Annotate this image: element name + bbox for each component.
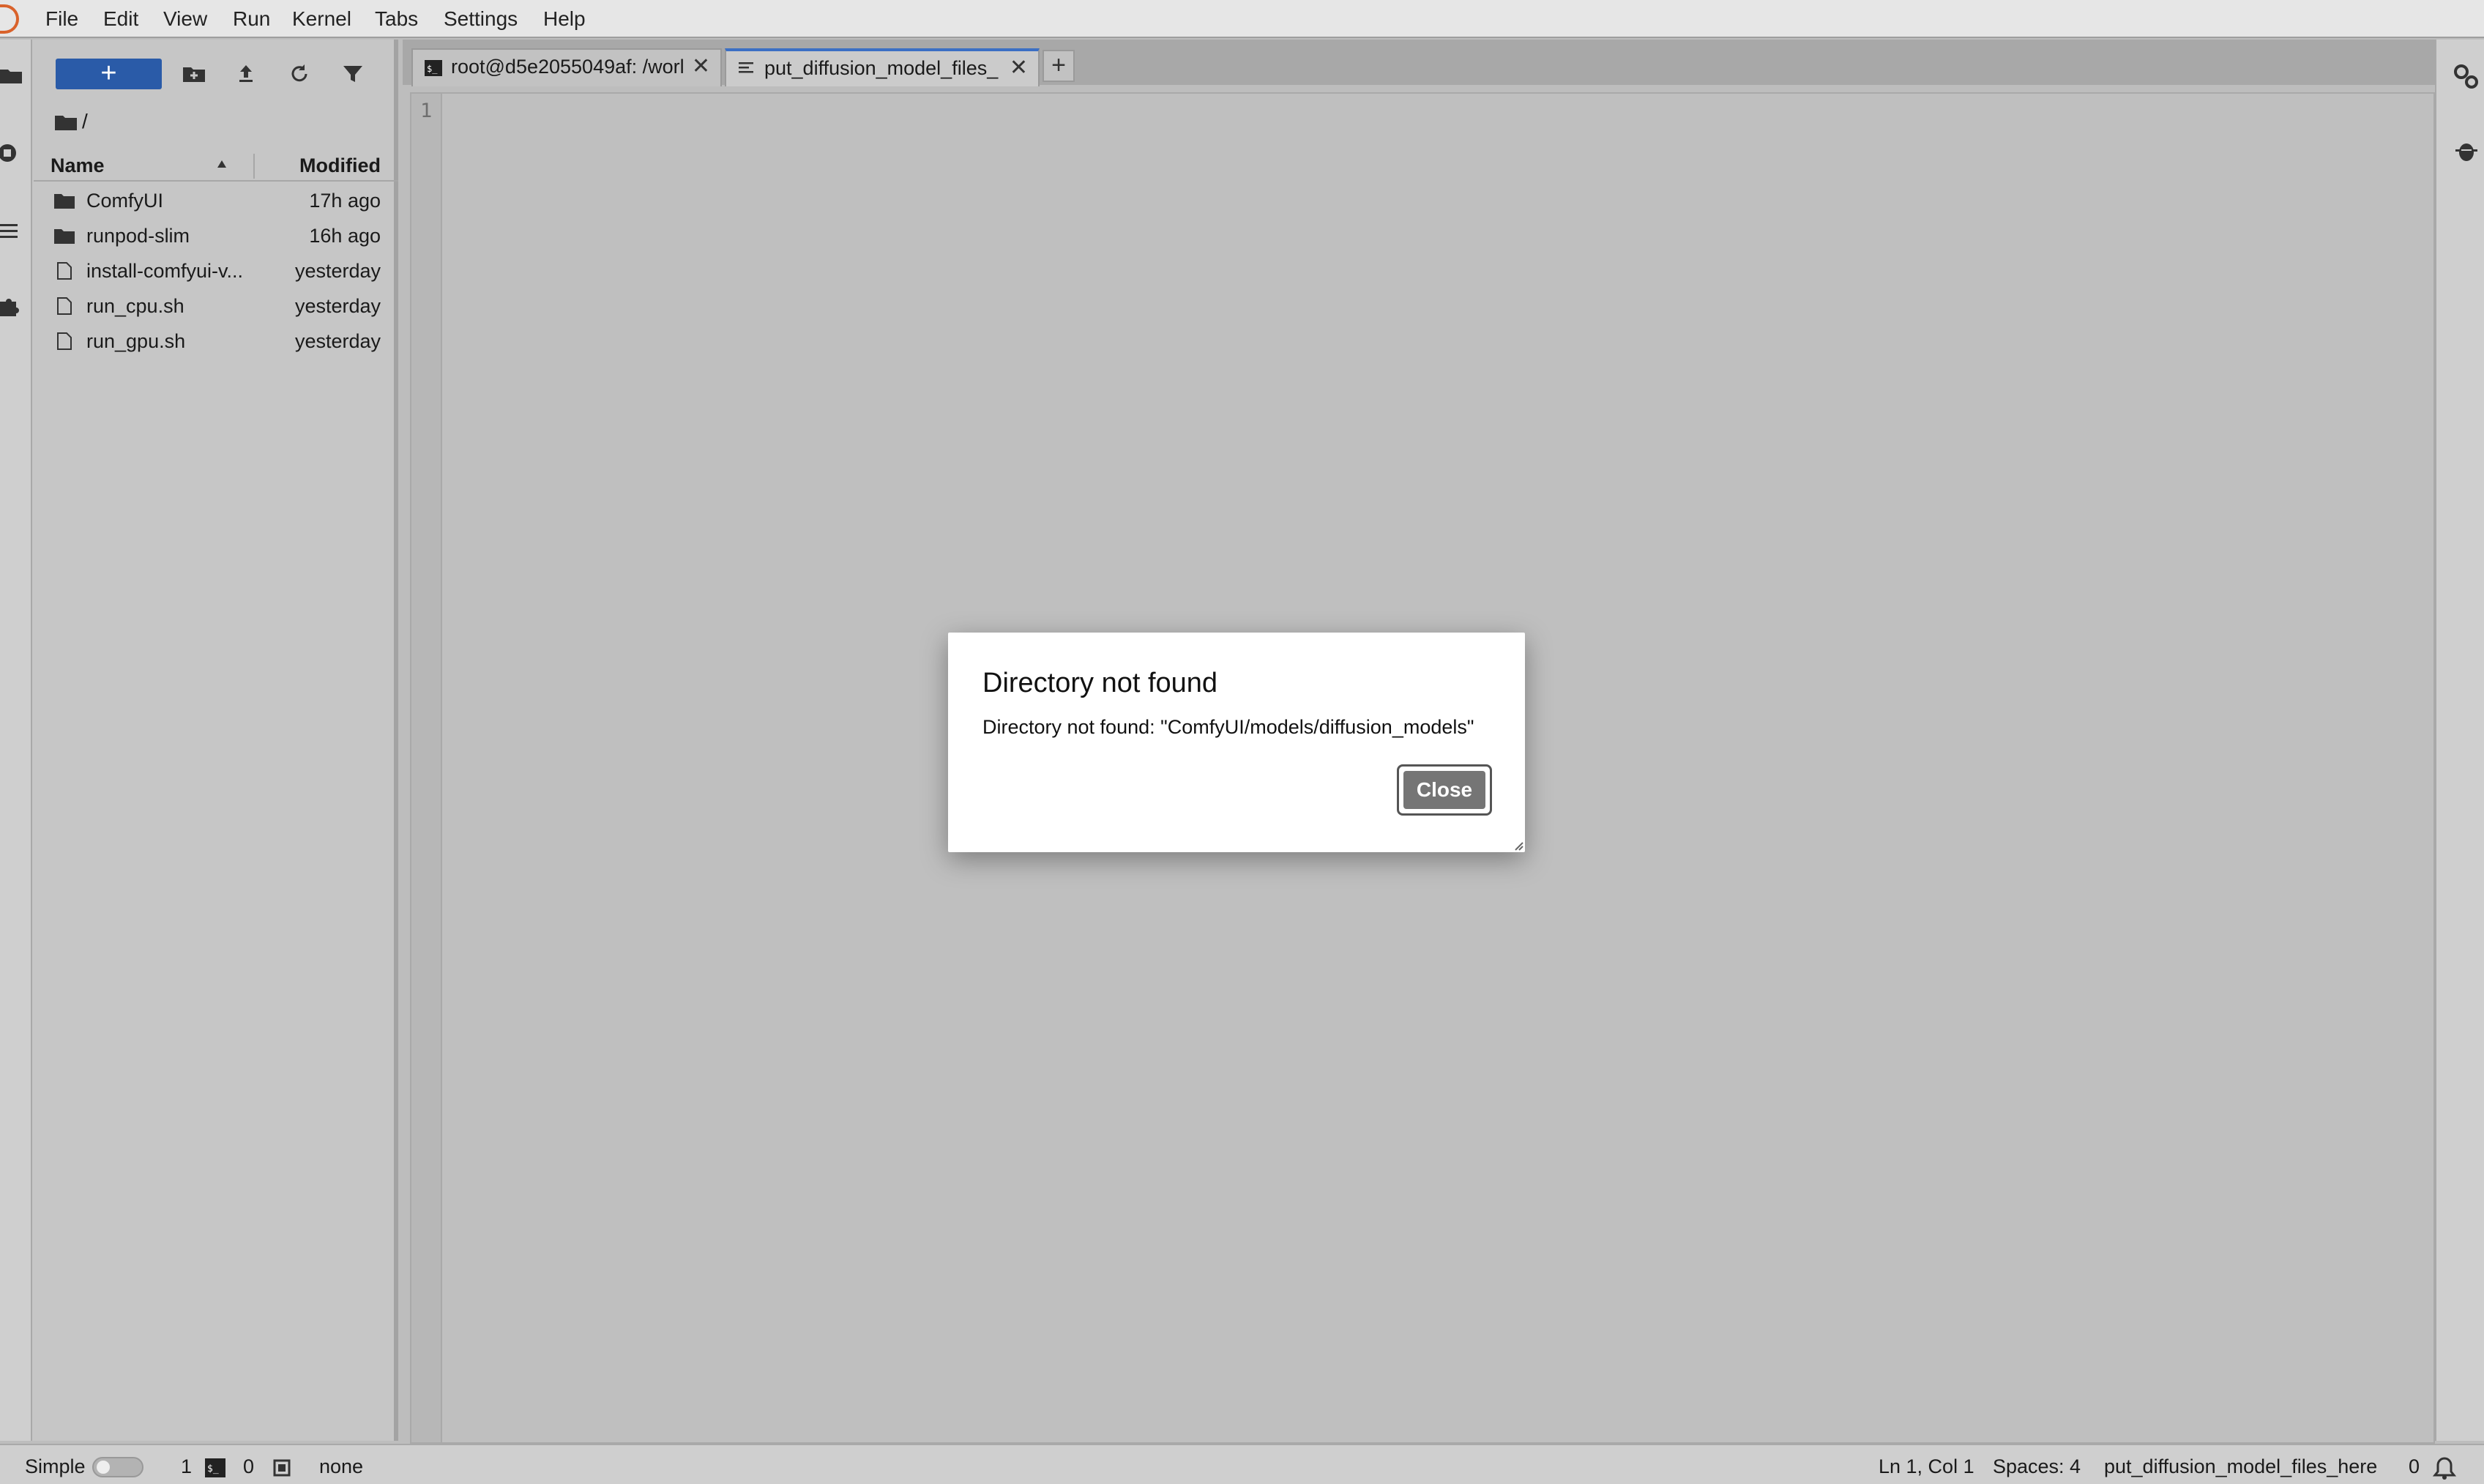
file-name: run_gpu.sh (86, 330, 186, 352)
refresh-icon[interactable] (287, 61, 312, 86)
current-filename: put_diffusion_model_files_here (2104, 1455, 2378, 1477)
indent-spaces[interactable]: Spaces: 4 (1993, 1454, 2081, 1479)
terminals-count[interactable]: 1 (181, 1454, 192, 1479)
kernel-name[interactable]: none (319, 1454, 363, 1479)
terminal-icon: $_ (425, 60, 442, 76)
column-name-header[interactable]: Name (51, 152, 105, 179)
tab-text-editor[interactable]: put_diffusion_model_files_ ✕ (725, 48, 1040, 86)
svg-text:$_: $_ (207, 1464, 219, 1474)
close-button-label[interactable]: Close (1403, 771, 1485, 809)
extension-manager-icon[interactable] (0, 296, 22, 318)
menu-bar: File Edit View Run Kernel Tabs Settings … (0, 0, 2484, 38)
home-folder-icon[interactable] (55, 113, 77, 132)
right-sidebar-tabs (2435, 40, 2484, 1441)
line-number: 1 (420, 100, 433, 122)
running-sessions-icon[interactable] (0, 142, 22, 164)
svg-text:$_: $_ (427, 64, 438, 74)
cursor-position[interactable]: Ln 1, Col 1 (1879, 1454, 1974, 1479)
folder-icon (54, 229, 75, 244)
jupyter-logo-icon (0, 4, 19, 34)
file-name: install-comfyui-v... (86, 260, 244, 282)
column-modified-header[interactable]: Modified (299, 152, 381, 179)
dialog-message: Directory not found: "ComfyUI/models/dif… (982, 716, 1474, 738)
table-of-contents-icon[interactable] (0, 220, 22, 242)
property-inspector-icon[interactable] (2453, 63, 2482, 92)
file-modified: yesterday (294, 330, 381, 352)
line-number-gutter (411, 94, 442, 1442)
file-modified: 17h ago (309, 190, 381, 212)
file-modified: yesterday (294, 295, 381, 317)
close-icon[interactable]: ✕ (1010, 51, 1028, 85)
left-sidebar-tabs (0, 40, 32, 1441)
file-name: runpod-slim (86, 225, 190, 247)
menu-help[interactable]: Help (543, 6, 586, 32)
debugger-bug-icon[interactable] (2455, 139, 2477, 163)
filter-icon[interactable] (340, 61, 365, 86)
menu-kernel[interactable]: Kernel (292, 6, 351, 32)
new-tab-button[interactable]: + (1043, 50, 1075, 82)
new-folder-icon[interactable] (182, 61, 206, 86)
tab-terminal[interactable]: $_ root@d5e2055049af: /worl ✕ (411, 48, 722, 86)
column-divider[interactable] (253, 154, 255, 179)
folder-icon[interactable] (0, 64, 22, 86)
menu-view[interactable]: View (163, 6, 207, 32)
new-launcher-button[interactable]: + (56, 59, 162, 89)
file-list-header: Name Modified (34, 149, 398, 182)
file-list-item[interactable]: run_gpu.sh yesterday (34, 324, 398, 359)
file-list-item[interactable]: run_cpu.sh yesterday (34, 288, 398, 324)
file-modified: 16h ago (309, 225, 381, 247)
text-file-icon (739, 62, 753, 73)
menu-run[interactable]: Run (233, 6, 270, 32)
bell-icon[interactable] (2432, 1455, 2457, 1480)
file-name: run_cpu.sh (86, 295, 184, 317)
sort-ascending-icon[interactable] (217, 160, 227, 168)
menu-edit[interactable]: Edit (103, 6, 138, 32)
kernels-count[interactable]: 0 (243, 1454, 254, 1479)
menu-tabs[interactable]: Tabs (375, 6, 418, 32)
file-list-item[interactable]: runpod-slim 16h ago (34, 218, 398, 253)
menu-file[interactable]: File (45, 6, 78, 32)
terminal-icon[interactable]: $_ (205, 1458, 225, 1477)
file-modified: yesterday (294, 260, 381, 282)
dialog-title: Directory not found (982, 668, 1218, 698)
breadcrumb-path[interactable]: / (82, 107, 88, 136)
file-name: ComfyUI (86, 190, 164, 212)
file-icon (57, 262, 72, 280)
folder-icon (54, 194, 75, 209)
kernel-icon[interactable] (271, 1457, 293, 1479)
tab-text-editor-label: put_diffusion_model_files_ (764, 57, 999, 79)
simple-mode-toggle[interactable] (92, 1457, 143, 1477)
close-button[interactable]: Close (1397, 764, 1492, 816)
status-bar: Simple 1 $_ 0 none Ln 1, Col 1 Spaces: 4… (0, 1444, 2484, 1484)
close-icon[interactable]: ✕ (692, 50, 710, 83)
file-icon (57, 297, 72, 315)
notification-count[interactable]: 0 (2409, 1454, 2420, 1479)
toggle-knob (97, 1461, 110, 1474)
file-list-item[interactable]: ComfyUI 17h ago (34, 183, 398, 218)
resize-grip-icon[interactable] (1512, 839, 1523, 851)
simple-mode-label: Simple (25, 1455, 86, 1477)
tab-terminal-label: root@d5e2055049af: /worl (451, 56, 685, 78)
file-list-item[interactable]: install-comfyui-v... yesterday (34, 253, 398, 288)
file-icon (57, 332, 72, 350)
menu-settings[interactable]: Settings (444, 6, 518, 32)
error-dialog: Directory not found Directory not found:… (948, 633, 1525, 852)
upload-icon[interactable] (234, 61, 258, 86)
